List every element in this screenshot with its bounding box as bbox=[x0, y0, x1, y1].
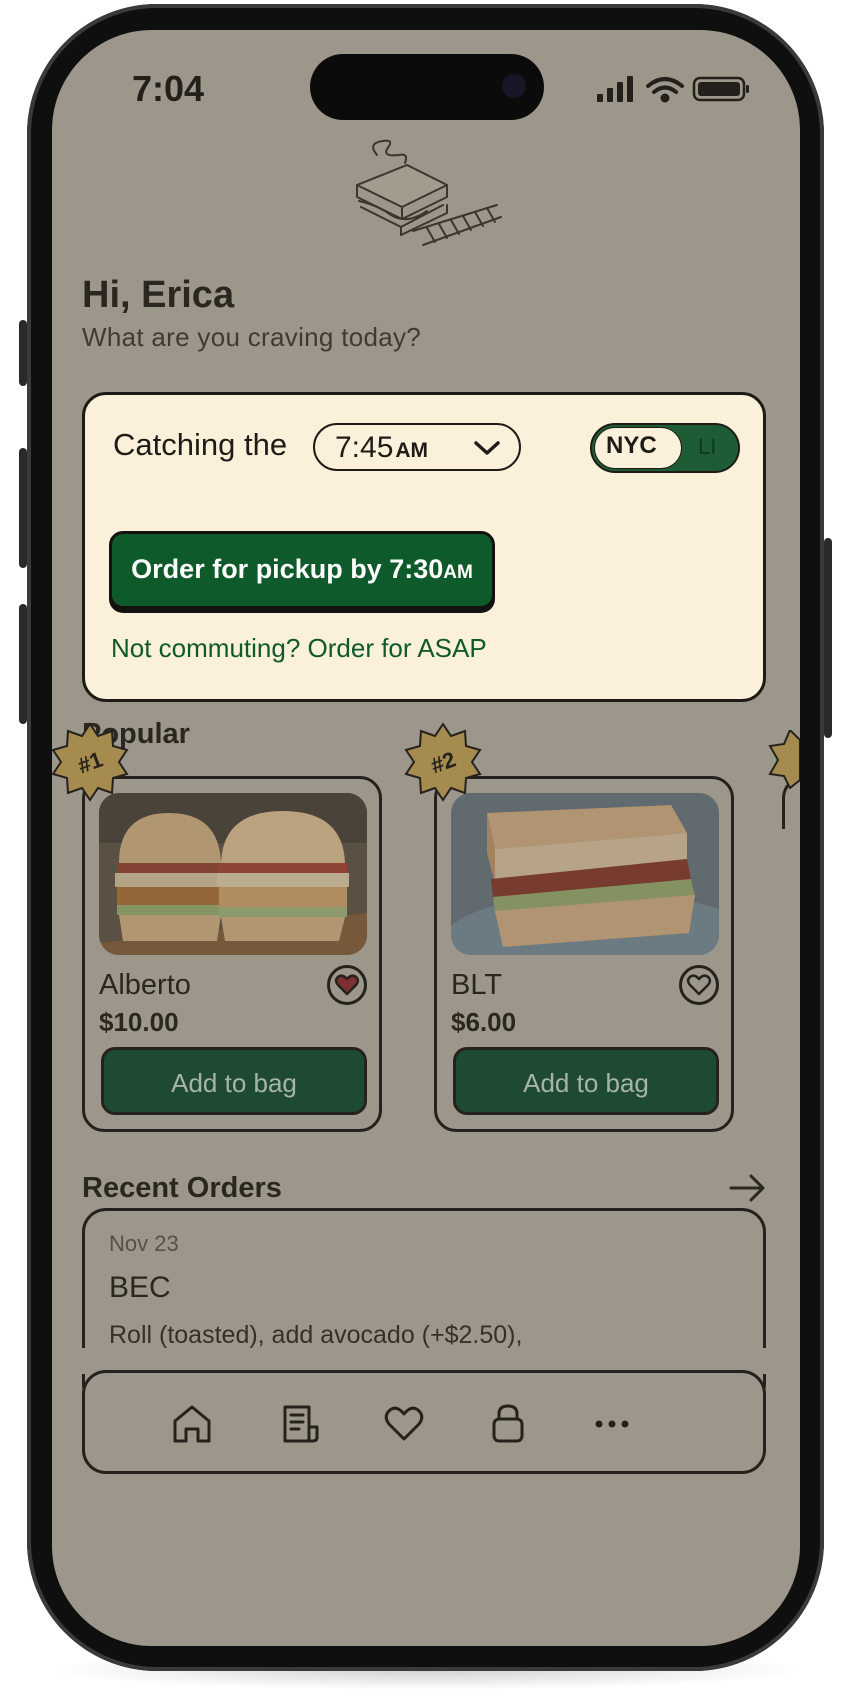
greeting-subtitle: What are you craving today? bbox=[82, 322, 422, 352]
region-toggle[interactable]: NYC LI bbox=[590, 423, 740, 473]
side-button bbox=[19, 448, 27, 568]
rank-badge: #2 bbox=[404, 722, 482, 802]
order-name: BEC bbox=[109, 1271, 171, 1304]
rank-badge: #1 bbox=[52, 722, 129, 802]
signal-icon bbox=[597, 76, 633, 102]
order-details: Roll (toasted), add avocado (+$2.50), bbox=[109, 1321, 523, 1349]
toggle-option-nyc[interactable]: NYC bbox=[606, 432, 657, 460]
heart-outline-icon bbox=[686, 974, 712, 996]
product-name: BLT bbox=[451, 969, 503, 1001]
order-date: Nov 23 bbox=[109, 1231, 179, 1256]
product-price: $6.00 bbox=[451, 1007, 517, 1037]
train-time-dropdown[interactable]: 7:45AM bbox=[313, 423, 521, 471]
bottom-nav bbox=[82, 1370, 766, 1474]
greeting-title: Hi, Erica bbox=[82, 274, 235, 316]
product-image-blt bbox=[451, 793, 719, 955]
side-button bbox=[824, 538, 832, 738]
side-button bbox=[19, 604, 27, 724]
add-to-bag-button[interactable]: Add to bag bbox=[101, 1047, 367, 1115]
camera-icon bbox=[502, 74, 526, 98]
toggle-option-li[interactable]: LI bbox=[698, 434, 716, 460]
sandwich-train-logo bbox=[356, 139, 502, 246]
add-to-bag-label: Add to bag bbox=[523, 1068, 649, 1098]
heart-filled-icon bbox=[334, 974, 360, 996]
rank-badge-partial bbox=[768, 730, 800, 790]
wifi-icon bbox=[646, 77, 684, 103]
heart-icon[interactable] bbox=[381, 1401, 427, 1447]
bag-icon[interactable] bbox=[485, 1401, 531, 1447]
commute-card: Catching the 7:45AM NYC LI Order for pic… bbox=[82, 392, 766, 702]
screen: 7:04 Hi, Erica What are you craving toda… bbox=[52, 30, 800, 1646]
receipt-icon[interactable] bbox=[277, 1401, 323, 1447]
order-pickup-button[interactable]: Order for pickup by 7:30AM bbox=[109, 531, 495, 609]
favorite-button[interactable] bbox=[327, 965, 367, 1005]
favorite-button[interactable] bbox=[679, 965, 719, 1005]
order-pickup-label: Order for pickup by 7:30AM bbox=[131, 554, 473, 584]
chevron-down-icon bbox=[474, 441, 500, 455]
product-card[interactable]: Alberto $10.00 Add to bag bbox=[82, 776, 382, 1132]
product-price: $10.00 bbox=[99, 1007, 179, 1037]
train-time-value: 7:45AM bbox=[335, 431, 429, 464]
more-icon[interactable] bbox=[589, 1401, 635, 1447]
recent-orders-title: Recent Orders bbox=[82, 1172, 282, 1204]
status-icons bbox=[597, 76, 749, 103]
side-button bbox=[19, 320, 27, 386]
asap-link[interactable]: Not commuting? Order for ASAP bbox=[111, 633, 487, 664]
add-to-bag-label: Add to bag bbox=[171, 1068, 297, 1098]
arrow-right-icon[interactable] bbox=[728, 1172, 768, 1204]
product-card[interactable]: BLT $6.00 Add to bag bbox=[434, 776, 734, 1132]
battery-icon bbox=[692, 76, 749, 102]
catching-label: Catching the bbox=[113, 427, 288, 462]
home-icon[interactable] bbox=[169, 1401, 215, 1447]
add-to-bag-button[interactable]: Add to bag bbox=[453, 1047, 719, 1115]
product-image-alberto bbox=[99, 793, 367, 955]
product-name: Alberto bbox=[99, 969, 191, 1001]
status-time: 7:04 bbox=[132, 68, 205, 109]
